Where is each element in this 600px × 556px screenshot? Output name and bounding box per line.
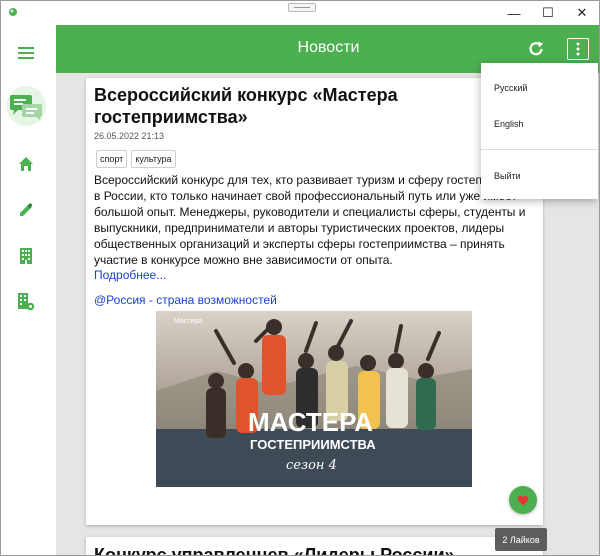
home-icon [19,157,33,171]
refresh-button[interactable] [524,37,548,61]
page-title: Новости [297,39,360,56]
news-title: Всероссийский конкурс «Мастера гостеприи… [94,85,398,127]
image-headline-1: МАСТЕРА [248,407,373,437]
heart-icon [517,495,529,505]
news-text-line: в России, кто только начинает свой профе… [94,189,517,203]
likes-count-tooltip: 2 Лайков [495,528,547,551]
building-settings-icon [18,293,35,311]
group-photo-illustration: Мастера МАСТЕРА ГОСТЕПРИИМСТВА сезон 4 [156,311,472,487]
sidebar-item-news[interactable] [1,81,51,131]
more-vertical-icon [576,42,580,56]
news-date: 26.05.2022 21:13 [94,131,165,141]
news-text-line: большой опыт. Менеджеры, руководители и … [94,205,526,219]
menu-item-english[interactable]: English [494,119,524,129]
menu-item-logout[interactable]: Выйти [494,171,521,181]
menu-item-russian[interactable]: Русский [494,83,527,93]
news-card-next: Конкурс управленцев «Лидеры России» [86,537,543,556]
news-text-line: выпускники, предприниматели и авторы тур… [94,221,505,235]
news-text-line: Всероссийский конкурс для тех, кто разви… [94,173,535,187]
source-link[interactable]: @Россия - страна возможностей [94,293,277,307]
sidebar-item-home[interactable] [1,153,51,175]
app-logo-icon [9,8,17,16]
more-menu-button[interactable] [567,38,589,60]
overflow-menu: Русский English Выйти [481,63,598,199]
chat-bubbles-icon [6,86,46,126]
like-button[interactable] [509,486,537,514]
building-icon [20,248,32,264]
news-text-line: участие в конкурсе можно вне зависимости… [94,253,393,267]
refresh-icon [529,41,543,56]
title-bar[interactable]: — ☐ ✕ [1,1,599,25]
drag-handle[interactable] [288,3,316,12]
image-headline-2: ГОСТЕПРИИМСТВА [250,437,376,452]
minimize-button[interactable]: — [497,1,531,25]
sidebar-item-edit[interactable] [1,199,51,221]
hamburger-menu-button[interactable] [1,41,51,65]
news-title-next: Конкурс управленцев «Лидеры России» [94,545,455,556]
tag-list: спорт культура [96,150,176,168]
news-text-line: общественных организаций и эксперты сфер… [94,237,505,251]
maximize-button[interactable]: ☐ [531,1,565,25]
sidebar-item-organizations[interactable] [1,245,51,267]
read-more-link[interactable]: Подробнее... [94,268,166,282]
hamburger-menu-icon [18,47,34,59]
news-text: Всероссийский конкурс для тех, кто разви… [94,172,542,268]
news-card: Всероссийский конкурс «Мастера гостеприи… [86,78,543,525]
menu-divider [481,149,598,150]
tag[interactable]: спорт [96,150,128,168]
pencil-icon [20,203,33,216]
sidebar-item-organization-settings[interactable] [1,291,51,313]
sidebar [1,25,51,555]
news-image: Мастера МАСТЕРА ГОСТЕПРИИМСТВА сезон 4 [156,311,472,487]
tag[interactable]: культура [131,150,176,168]
app-window: — ☐ ✕ Новости Всероссийский конкурс «Мас… [0,0,600,556]
image-brand-text: Мастера [174,318,202,325]
close-button[interactable]: ✕ [565,1,599,25]
image-script: сезон 4 [286,458,337,473]
